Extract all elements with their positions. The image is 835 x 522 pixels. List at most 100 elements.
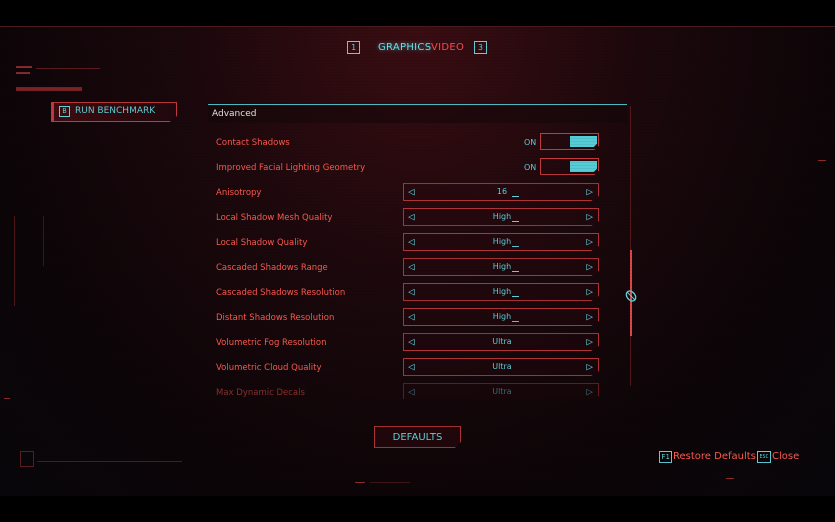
setting-row-local-shadow-quality[interactable]: Local Shadow Quality ◁ High ▷ <box>208 233 628 255</box>
setting-label: Local Shadow Quality <box>216 238 308 248</box>
decor-bar <box>16 87 82 91</box>
next-tab-key[interactable]: 3 <box>474 41 487 54</box>
triangle-left-icon[interactable]: ◁ <box>408 335 415 349</box>
setting-row-local-shadow-mesh-quality[interactable]: Local Shadow Mesh Quality ◁ High ▷ <box>208 208 628 230</box>
toggle-switch[interactable] <box>540 158 599 175</box>
setting-row-volumetric-cloud-quality[interactable]: Volumetric Cloud Quality ◁ Ultra ▷ <box>208 358 628 380</box>
selector-value: High <box>492 287 512 296</box>
section-title: Advanced <box>212 109 257 119</box>
setting-row-cascaded-shadows-resolution[interactable]: Cascaded Shadows Resolution ◁ High ▷ <box>208 283 628 305</box>
setting-label: Distant Shadows Resolution <box>216 313 335 323</box>
triangle-right-icon[interactable]: ▷ <box>586 285 593 299</box>
value-selector[interactable]: ◁ High ▷ <box>403 233 599 251</box>
triangle-left-icon[interactable]: ◁ <box>408 360 415 374</box>
triangle-left-icon[interactable]: ◁ <box>408 185 415 199</box>
letterbox-top <box>0 0 835 26</box>
value-selector[interactable]: ◁ Ultra ▷ <box>403 358 599 376</box>
benchmark-key: B <box>59 106 70 117</box>
decor-line <box>355 482 365 483</box>
run-benchmark-button[interactable]: B RUN BENCHMARK <box>51 102 177 122</box>
decor-vertical-line <box>43 216 44 266</box>
defaults-label: DEFAULTS <box>392 432 443 443</box>
triangle-right-icon[interactable]: ▷ <box>586 260 593 274</box>
setting-label: Local Shadow Mesh Quality <box>216 213 333 223</box>
tab-graphics[interactable]: GRAPHICS <box>378 42 431 53</box>
setting-row-contact-shadows[interactable]: Contact Shadows ON <box>208 133 628 155</box>
setting-row-anisotropy[interactable]: Anisotropy ◁ 16 ▷ <box>208 183 628 205</box>
letterbox-bottom <box>0 496 835 522</box>
setting-row-improved-facial-lighting[interactable]: Improved Facial Lighting Geometry ON <box>208 158 628 180</box>
value-selector[interactable]: ◁ High ▷ <box>403 258 599 276</box>
settings-screen: 1 GRAPHICS VIDEO 3 B RUN BENCHMARK Advan… <box>0 26 835 496</box>
triangle-right-icon[interactable]: ▷ <box>586 360 593 374</box>
decor-bar <box>16 72 30 74</box>
tab-video[interactable]: VIDEO <box>431 42 464 53</box>
text-cursor <box>512 221 519 222</box>
top-divider <box>0 26 835 27</box>
triangle-right-icon[interactable]: ▷ <box>586 385 593 399</box>
setting-label: Cascaded Shadows Range <box>216 263 328 273</box>
toggle-value: ON <box>524 163 537 172</box>
decor-line <box>370 482 410 483</box>
setting-row-distant-shadows-resolution[interactable]: Distant Shadows Resolution ◁ High ▷ <box>208 308 628 330</box>
decor-bar <box>16 66 32 68</box>
value-selector[interactable]: ◁ High ▷ <box>403 283 599 301</box>
scroll-track <box>630 106 631 386</box>
value-selector[interactable]: ◁ High ▷ <box>403 208 599 226</box>
setting-label: Anisotropy <box>216 188 262 198</box>
restore-defaults-key[interactable]: F1 <box>659 451 672 463</box>
selector-value: High <box>492 212 512 221</box>
selector-value: 16 <box>496 187 508 196</box>
close-key[interactable]: ESC <box>757 451 771 463</box>
triangle-left-icon[interactable]: ◁ <box>408 385 415 399</box>
text-cursor <box>512 321 519 322</box>
decor-vertical-line <box>14 216 15 306</box>
toggle-switch[interactable] <box>540 133 599 150</box>
selector-value: High <box>492 237 512 246</box>
triangle-right-icon[interactable]: ▷ <box>586 335 593 349</box>
setting-row-max-dynamic-decals[interactable]: Max Dynamic Decals ◁ Ultra ▷ <box>208 383 628 399</box>
decor-tick <box>726 478 734 479</box>
decor-line <box>37 461 182 462</box>
text-cursor <box>512 196 519 197</box>
defaults-button[interactable]: DEFAULTS <box>374 426 461 448</box>
decor-tick <box>4 398 10 399</box>
decor-bar <box>36 68 100 69</box>
triangle-right-icon[interactable]: ▷ <box>586 235 593 249</box>
selector-value: Ultra <box>492 337 512 346</box>
triangle-right-icon[interactable]: ▷ <box>586 310 593 324</box>
setting-label: Volumetric Fog Resolution <box>216 338 327 348</box>
panel-top-line <box>208 104 627 105</box>
value-selector[interactable]: ◁ High ▷ <box>403 308 599 326</box>
value-selector[interactable]: ◁ 16 ▷ <box>403 183 599 201</box>
text-cursor <box>512 246 519 247</box>
prev-tab-key[interactable]: 1 <box>347 41 360 54</box>
selector-value: High <box>492 312 512 321</box>
restore-defaults-button[interactable]: Restore Defaults <box>673 451 756 462</box>
selector-value: Ultra <box>492 362 512 371</box>
decor-box <box>20 451 34 467</box>
triangle-right-icon[interactable]: ▷ <box>586 185 593 199</box>
settings-list: Contact Shadows ON Improved Facial Light… <box>208 123 628 399</box>
triangle-left-icon[interactable]: ◁ <box>408 235 415 249</box>
section-header: Advanced <box>208 106 627 123</box>
decor-tick <box>818 160 826 161</box>
triangle-left-icon[interactable]: ◁ <box>408 310 415 324</box>
triangle-right-icon[interactable]: ▷ <box>586 210 593 224</box>
selector-value: Ultra <box>492 387 512 396</box>
setting-label: Volumetric Cloud Quality <box>216 363 322 373</box>
toggle-value: ON <box>524 138 537 147</box>
mouse-scroll-icon <box>625 290 637 302</box>
setting-label: Max Dynamic Decals <box>216 388 305 398</box>
close-button[interactable]: Close <box>772 451 799 462</box>
triangle-left-icon[interactable]: ◁ <box>408 260 415 274</box>
setting-row-cascaded-shadows-range[interactable]: Cascaded Shadows Range ◁ High ▷ <box>208 258 628 280</box>
triangle-left-icon[interactable]: ◁ <box>408 210 415 224</box>
toggle-fill <box>570 136 597 147</box>
triangle-left-icon[interactable]: ◁ <box>408 285 415 299</box>
value-selector[interactable]: ◁ Ultra ▷ <box>403 383 599 399</box>
setting-row-volumetric-fog-resolution[interactable]: Volumetric Fog Resolution ◁ Ultra ▷ <box>208 333 628 355</box>
text-cursor <box>512 271 519 272</box>
value-selector[interactable]: ◁ Ultra ▷ <box>403 333 599 351</box>
text-cursor <box>512 296 519 297</box>
